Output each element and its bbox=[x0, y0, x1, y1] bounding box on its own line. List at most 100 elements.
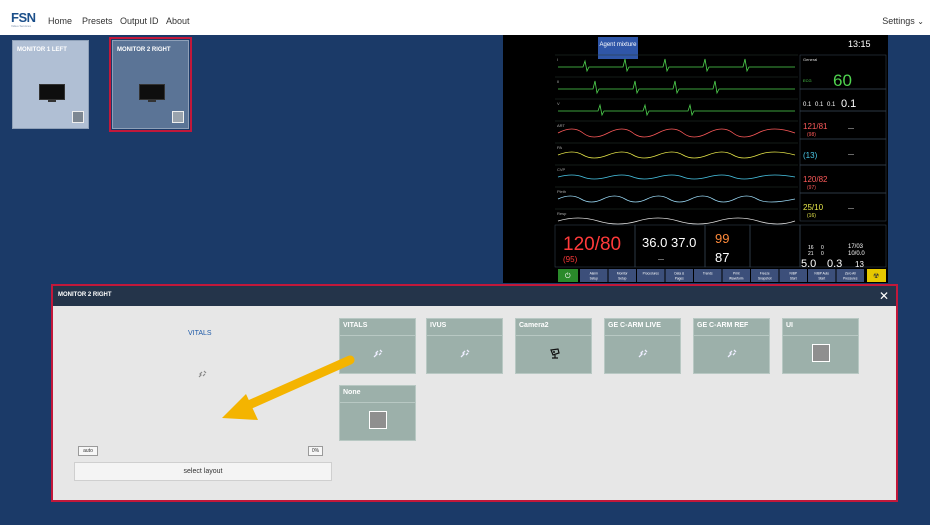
monitor-softkey-label: Waveform bbox=[729, 277, 744, 281]
top-bar: FSN Video Services Home Presets Output I… bbox=[0, 0, 930, 35]
svg-text:5.0: 5.0 bbox=[801, 258, 816, 270]
source-tile-camera2[interactable]: Camera2 bbox=[515, 318, 592, 374]
power-icon: ⏻ bbox=[565, 272, 571, 280]
svg-text:0: 0 bbox=[821, 251, 824, 257]
svg-text:36.0: 36.0 bbox=[642, 235, 667, 250]
svg-text:I: I bbox=[557, 57, 558, 62]
svg-text:PA: PA bbox=[557, 145, 562, 150]
nav-home[interactable]: Home bbox=[48, 16, 72, 26]
close-icon[interactable]: ✕ bbox=[879, 289, 889, 303]
monitor-1-label: MONITOR 1 LEFT bbox=[17, 47, 67, 53]
agent-label: Agent mixture bbox=[599, 42, 637, 48]
svg-text:V: V bbox=[557, 101, 560, 106]
monitor-icon bbox=[39, 84, 65, 102]
svg-text:Pleth: Pleth bbox=[557, 189, 566, 194]
monitor-tile-2[interactable]: MONITOR 2 RIGHT bbox=[109, 37, 192, 132]
svg-text:ART: ART bbox=[557, 123, 565, 128]
source-tile-ivus[interactable]: IVUS bbox=[426, 318, 503, 374]
chevron-down-icon: ⌄ bbox=[917, 17, 924, 26]
dialog-title: MONITOR 2 RIGHT bbox=[58, 292, 112, 298]
svg-text:21: 21 bbox=[808, 251, 814, 257]
svg-text:---: --- bbox=[848, 152, 854, 158]
split-layout-icon[interactable] bbox=[72, 111, 84, 123]
monitor-tile-1[interactable]: MONITOR 1 LEFT bbox=[12, 40, 89, 129]
fsn-logo: FSN bbox=[11, 10, 36, 25]
settings-menu[interactable]: Settings ⌄ bbox=[882, 16, 924, 26]
bell-icon: ☢ bbox=[873, 272, 879, 280]
source-tile-ge-c-arm-ref[interactable]: GE C-ARM REF bbox=[693, 318, 770, 374]
agent-box bbox=[598, 37, 638, 59]
svg-text:---: --- bbox=[848, 206, 854, 212]
general-label: General bbox=[803, 57, 817, 62]
svg-text:10/0.0: 10/0.0 bbox=[848, 251, 865, 257]
link-broken-icon bbox=[460, 349, 470, 358]
monitor-icon bbox=[139, 84, 165, 102]
monitor-softkey-label: Start bbox=[818, 277, 825, 281]
preview-time: 13:15 bbox=[848, 39, 871, 49]
dialog-header: MONITOR 2 RIGHT ✕ bbox=[53, 286, 896, 306]
nav-about[interactable]: About bbox=[166, 16, 190, 26]
svg-text:II: II bbox=[557, 79, 559, 84]
monitor-softkey-label: Snapshot bbox=[758, 277, 772, 281]
nav-output-id[interactable]: Output ID bbox=[120, 16, 159, 26]
svg-text:87: 87 bbox=[715, 250, 729, 265]
nav-presets[interactable]: Presets bbox=[82, 16, 113, 26]
monitor-softkey-label: Setup bbox=[618, 277, 627, 281]
svg-text:(97): (97) bbox=[807, 185, 816, 191]
monitor-2-label: MONITOR 2 RIGHT bbox=[117, 47, 171, 53]
svg-text:0.1: 0.1 bbox=[841, 98, 856, 110]
link-broken-icon bbox=[727, 349, 737, 358]
svg-text:---: --- bbox=[848, 126, 854, 132]
svg-text:17/03: 17/03 bbox=[848, 244, 864, 250]
monitor-softkey-label: Monitor bbox=[617, 272, 629, 276]
current-source-label: VITALS bbox=[188, 330, 212, 337]
svg-text:0.3: 0.3 bbox=[827, 258, 842, 270]
link-broken-icon bbox=[373, 349, 383, 358]
svg-text:99: 99 bbox=[715, 231, 729, 246]
svg-text:120/82: 120/82 bbox=[803, 175, 828, 184]
single-layout-icon[interactable] bbox=[172, 111, 184, 123]
svg-text:(16): (16) bbox=[807, 213, 816, 219]
monitor-softkey-label: Data & bbox=[674, 272, 685, 276]
svg-text:(98): (98) bbox=[807, 132, 816, 138]
monitor-softkey-label: Alarm bbox=[590, 272, 599, 276]
svg-text:CVP: CVP bbox=[557, 167, 566, 172]
monitor-softkey-label: Freeze bbox=[760, 272, 770, 276]
settings-label: Settings bbox=[882, 16, 915, 26]
svg-text:ECG: ECG bbox=[803, 78, 812, 83]
monitor-softkey-label: Zero All bbox=[845, 272, 856, 276]
camera-icon bbox=[550, 348, 560, 359]
square-icon bbox=[812, 344, 830, 362]
link-broken-icon bbox=[198, 370, 207, 378]
monitor-softkey-label: Pressures bbox=[843, 277, 858, 281]
select-layout-button[interactable]: select layout bbox=[74, 462, 332, 481]
source-tile-vitals[interactable]: VITALS bbox=[339, 318, 416, 374]
svg-text:121/81: 121/81 bbox=[803, 122, 828, 131]
percent-button[interactable]: 0% bbox=[308, 446, 323, 456]
auto-button[interactable]: auto bbox=[78, 446, 98, 456]
hr-value: 60 bbox=[833, 71, 852, 90]
monitor-softkey-label: Start bbox=[790, 277, 797, 281]
art-big-value: 120/80 bbox=[563, 234, 621, 255]
svg-text:(95): (95) bbox=[563, 255, 578, 264]
svg-text:---: --- bbox=[658, 257, 664, 263]
logo-subtitle: Video Services bbox=[11, 24, 31, 28]
svg-text:Resp: Resp bbox=[557, 211, 567, 216]
svg-text:0.1: 0.1 bbox=[815, 102, 824, 108]
monitor-softkey-label: NIBP Auto bbox=[814, 272, 829, 276]
monitor-preview: Agent mixture 13:15 General I II V ART P… bbox=[503, 35, 888, 283]
svg-text:13: 13 bbox=[855, 260, 864, 269]
source-tile-ge-c-arm-live[interactable]: GE C-ARM LIVE bbox=[604, 318, 681, 374]
monitor-2-dialog: MONITOR 2 RIGHT ✕ VITALS auto 0% select … bbox=[51, 284, 898, 502]
source-tile-none[interactable]: None bbox=[339, 385, 416, 441]
svg-text:0.1: 0.1 bbox=[827, 102, 836, 108]
svg-text:(13): (13) bbox=[803, 151, 818, 160]
monitor-softkey-label: Trends bbox=[703, 272, 713, 276]
svg-text:37.0: 37.0 bbox=[671, 235, 696, 250]
svg-text:25/10: 25/10 bbox=[803, 203, 824, 212]
monitor-softkey-label: Print bbox=[733, 272, 740, 276]
link-broken-icon bbox=[638, 349, 648, 358]
source-tile-ui[interactable]: UI bbox=[782, 318, 859, 374]
monitor-softkey-label: Procedures bbox=[643, 272, 660, 276]
monitor-softkey-label: Pages bbox=[675, 277, 684, 281]
